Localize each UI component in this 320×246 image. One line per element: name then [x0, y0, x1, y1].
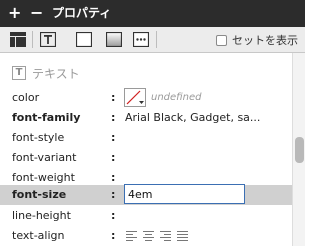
color-swatch[interactable] — [124, 88, 146, 107]
colon: : — [111, 151, 116, 164]
text-icon: T — [12, 66, 26, 80]
panel-title: プロパティ — [52, 6, 112, 20]
align-center-icon[interactable] — [143, 230, 154, 241]
align-left-icon[interactable] — [126, 230, 137, 241]
colon: : — [111, 209, 116, 222]
property-name: line-height — [12, 209, 71, 222]
property-name: text-align — [12, 229, 65, 242]
show-set-toggle[interactable]: セットを表示 — [216, 32, 298, 48]
property-name: font-size — [12, 188, 67, 201]
panel-header: + − プロパティ — [0, 0, 305, 27]
scrollbar-thumb[interactable] — [295, 137, 304, 163]
property-name: font-variant — [12, 151, 77, 164]
show-set-checkbox[interactable] — [216, 34, 227, 46]
property-row-color[interactable]: color : undefined — [0, 88, 292, 108]
property-name: font-weight — [12, 171, 75, 184]
colon: : — [111, 171, 116, 184]
property-row-font-style[interactable]: font-style : — [0, 128, 292, 148]
property-name: color — [12, 91, 40, 104]
font-family-value[interactable]: Arial Black, Gadget, sa... — [125, 111, 260, 124]
property-name: font-family — [12, 111, 81, 124]
text-properties-section: T テキスト color : undefined font-family : A… — [0, 53, 292, 246]
colon: : — [111, 91, 116, 104]
layout-icon[interactable] — [8, 30, 28, 48]
toolbar-divider — [32, 31, 33, 48]
align-right-icon[interactable] — [160, 230, 171, 241]
property-row-font-size[interactable]: font-size : — [0, 184, 292, 205]
colon: : — [111, 229, 116, 242]
show-set-label: セットを表示 — [232, 34, 298, 47]
more-options-icon[interactable] — [131, 30, 151, 48]
align-justify-icon[interactable] — [177, 230, 188, 241]
property-row-font-variant[interactable]: font-variant : — [0, 148, 292, 168]
vertical-scrollbar[interactable] — [292, 53, 305, 246]
section-title: テキスト — [32, 66, 80, 81]
gradient-box-icon[interactable] — [104, 30, 124, 48]
colon: : — [111, 131, 116, 144]
toolbar: セットを表示 — [0, 27, 305, 53]
property-row-text-align[interactable]: text-align : — [0, 226, 292, 246]
colon: : — [111, 188, 116, 201]
font-size-input[interactable] — [124, 184, 245, 204]
property-row-line-height[interactable]: line-height : — [0, 206, 292, 226]
text-align-buttons — [126, 230, 188, 241]
add-button[interactable]: + — [8, 3, 21, 23]
remove-button[interactable]: − — [30, 3, 43, 23]
text-frame-icon[interactable] — [38, 30, 58, 48]
property-name: font-style — [12, 131, 65, 144]
color-value: undefined — [151, 92, 202, 103]
colon: : — [111, 111, 116, 124]
property-row-font-family[interactable]: font-family : Arial Black, Gadget, sa... — [0, 108, 292, 128]
box-icon[interactable] — [74, 30, 94, 48]
toolbar-divider — [156, 31, 157, 48]
section-header: T テキスト — [12, 65, 80, 81]
